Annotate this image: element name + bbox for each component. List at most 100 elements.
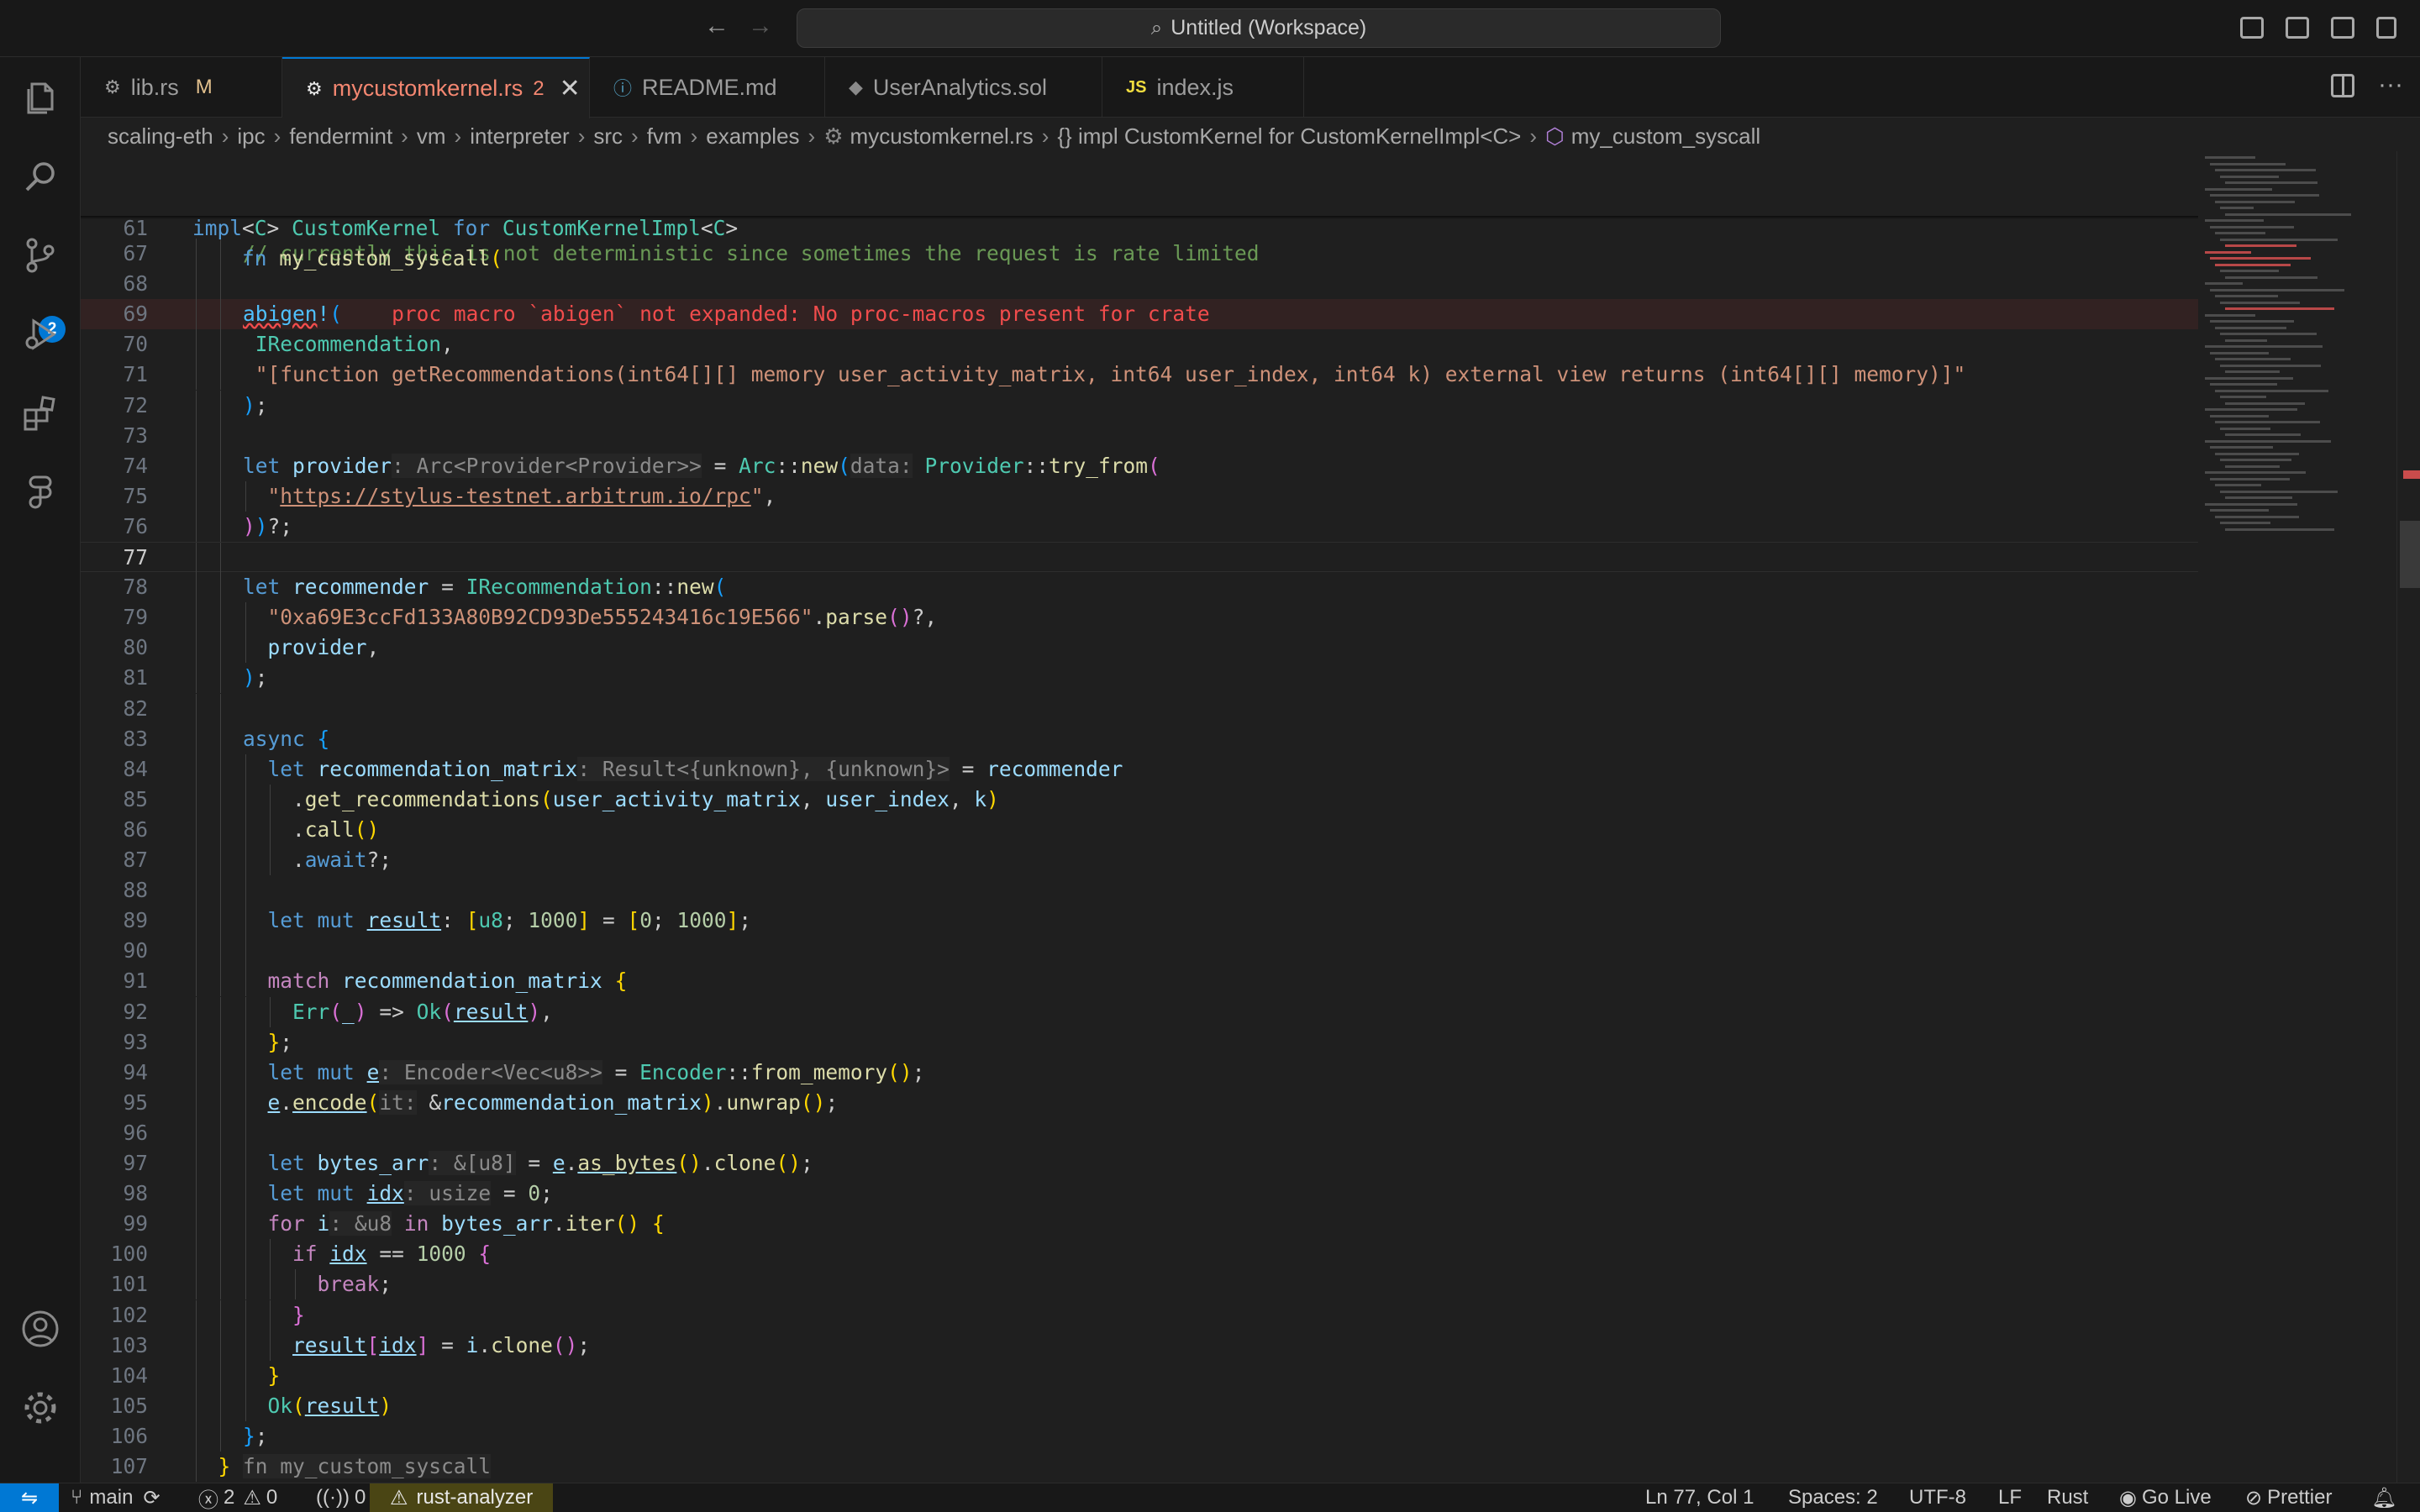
git-branch[interactable]: ⑂ main ⟳ <box>71 1483 160 1512</box>
code-line[interactable]: 97 let bytes_arr: &[u8] = e.as_bytes().c… <box>81 1148 2198 1179</box>
breadcrumb-item[interactable]: vm <box>417 123 446 150</box>
code-line[interactable]: 73 <box>81 420 2198 451</box>
code-line[interactable]: 69 abigen!( proc macro `abigen` not expa… <box>81 299 2198 330</box>
tab-readme-md[interactable]: ⓘ README.md <box>590 57 825 118</box>
settings-gear-icon[interactable] <box>20 1388 60 1428</box>
breadcrumb-item[interactable]: examples <box>706 123 799 150</box>
breadcrumb-item[interactable]: {} impl CustomKernel for CustomKernelImp… <box>1057 123 1521 150</box>
minimap[interactable] <box>2198 151 2396 1483</box>
problems-status[interactable]: ⓧ 2 ⚠ 0 <box>198 1483 277 1512</box>
code-line[interactable]: 70 IRecommendation, <box>81 329 2198 360</box>
extensions-icon[interactable] <box>20 393 60 433</box>
breadcrumb-item[interactable]: scaling-eth <box>108 123 213 150</box>
code-line[interactable]: 105 Ok(result) <box>81 1390 2198 1421</box>
sticky-line[interactable]: 56 impl<C> CustomKernel for CustomKernel… <box>81 153 2198 240</box>
sticky-line[interactable]: 61 fn my_custom_syscall( <box>81 183 2198 270</box>
code-line[interactable]: 85 .get_recommendations(user_activity_ma… <box>81 784 2198 815</box>
search-icon[interactable] <box>20 156 60 197</box>
breadcrumb-item[interactable]: src <box>593 123 623 150</box>
code-line[interactable]: 82 <box>81 693 2198 724</box>
toggle-secondary-sidebar-icon[interactable] <box>2331 17 2354 39</box>
split-editor-icon[interactable] <box>2331 74 2354 97</box>
code-line[interactable]: 81 ); <box>81 663 2198 694</box>
code-line[interactable]: 106 }; <box>81 1420 2198 1452</box>
source-control-icon[interactable] <box>20 235 60 276</box>
code-line[interactable]: 101 break; <box>81 1269 2198 1300</box>
code-line[interactable]: 80 provider, <box>81 633 2198 664</box>
language-mode[interactable]: Rust <box>2047 1483 2088 1512</box>
code-line[interactable]: 76 ))?; <box>81 511 2198 542</box>
code-line[interactable]: 103 result[idx] = i.clone(); <box>81 1330 2198 1361</box>
code-line[interactable]: 79 "0xa69E3ccFd133A80B92CD93De555243416c… <box>81 602 2198 633</box>
code-line[interactable]: 98 let mut idx: usize = 0; <box>81 1179 2198 1210</box>
code-line[interactable]: 87 .await?; <box>81 845 2198 875</box>
more-actions-icon[interactable]: ··· <box>2378 71 2403 99</box>
minimap-line <box>2215 421 2320 423</box>
encoding[interactable]: UTF-8 <box>1909 1483 1966 1512</box>
breadcrumb-item[interactable]: fvm <box>647 123 682 150</box>
code-line[interactable]: 104 } <box>81 1360 2198 1391</box>
breadcrumb-item[interactable]: interpreter <box>470 123 570 150</box>
code-line[interactable]: 74 let provider: Arc<Provider<Provider>>… <box>81 450 2198 481</box>
rust-analyzer-status[interactable]: ⚠ rust-analyzer <box>370 1483 554 1512</box>
code-line[interactable]: 94 let mut e: Encoder<Vec<u8>> = Encoder… <box>81 1057 2198 1088</box>
code-line[interactable]: 102 } <box>81 1299 2198 1331</box>
remote-indicator-icon[interactable]: ⇋ <box>0 1483 59 1512</box>
breadcrumb-item[interactable]: mycustomkernel.rs <box>850 123 1034 150</box>
prettier-status[interactable]: ⊘ Prettier <box>2245 1483 2332 1512</box>
notifications-bell-icon[interactable]: 🔔︎ <box>2371 1483 2396 1512</box>
go-live-button[interactable]: ◉ Go Live <box>2119 1483 2212 1512</box>
figma-icon[interactable] <box>20 472 60 512</box>
code-line[interactable]: 96 <box>81 1117 2198 1148</box>
close-icon[interactable]: ✕ <box>560 74 581 103</box>
line-number: 70 <box>123 332 148 357</box>
code-line[interactable]: 90 <box>81 936 2198 967</box>
back-arrow-icon[interactable]: ← <box>704 12 729 40</box>
vertical-scrollbar[interactable] <box>2396 151 2420 1483</box>
code-line[interactable]: 72 ); <box>81 390 2198 421</box>
breadcrumb-item[interactable]: my_custom_syscall <box>1571 123 1760 150</box>
tab-mycustomkernel-rs[interactable]: ⚙ mycustomkernel.rs 2 ✕ <box>282 57 590 118</box>
command-center-search[interactable]: ⌕ Untitled (Workspace) <box>797 8 1721 48</box>
code-line[interactable]: 100 if idx == 1000 { <box>81 1239 2198 1270</box>
cursor-position[interactable]: Ln 77, Col 1 <box>1645 1483 1754 1512</box>
code-line[interactable]: 71 "[function getRecommendations(int64[]… <box>81 360 2198 391</box>
code-line[interactable]: 107 } fn my_custom_syscall <box>81 1452 2198 1482</box>
code-line[interactable]: 99 for i: &u8 in bytes_arr.iter() { <box>81 1209 2198 1240</box>
code-line[interactable]: 83 async { <box>81 723 2198 754</box>
line-number: 78 <box>123 575 148 600</box>
account-icon[interactable] <box>20 1309 60 1349</box>
code-line[interactable]: 86 .call() <box>81 814 2198 845</box>
toggle-primary-sidebar-icon[interactable] <box>2240 17 2264 39</box>
code-line[interactable]: 78 let recommender = IRecommendation::ne… <box>81 572 2198 603</box>
code-line[interactable]: 95 e.encode(it: &recommendation_matrix).… <box>81 1087 2198 1118</box>
scrollbar-thumb[interactable] <box>2400 521 2420 588</box>
code-line[interactable]: 93 }; <box>81 1026 2198 1058</box>
code-line[interactable]: 89 let mut result: [u8; 1000] = [0; 1000… <box>81 906 2198 937</box>
tab-lib-rs[interactable]: ⚙ lib.rs M <box>81 57 282 118</box>
line-number: 73 <box>123 423 148 448</box>
code-line[interactable]: 91 match recommendation_matrix { <box>81 966 2198 997</box>
minimap-line <box>2210 194 2319 197</box>
customize-layout-icon[interactable] <box>2376 17 2396 39</box>
tab-problem-count: 2 <box>533 76 544 100</box>
breadcrumb-item[interactable]: ipc <box>237 123 265 150</box>
code-editor[interactable]: 56 impl<C> CustomKernel for CustomKernel… <box>81 151 2198 1483</box>
code-line[interactable]: 77 <box>81 542 2198 573</box>
breadcrumb-item[interactable]: fendermint <box>289 123 392 150</box>
indentation[interactable]: Spaces: 2 <box>1788 1483 1878 1512</box>
code-line[interactable]: 88 <box>81 875 2198 906</box>
end-of-line[interactable]: LF <box>1998 1483 2022 1512</box>
tab-index-js[interactable]: JS index.js <box>1102 57 1304 118</box>
code-line[interactable]: 75 "https://stylus-testnet.arbitrum.io/r… <box>81 480 2198 512</box>
run-debug-icon[interactable] <box>20 314 60 354</box>
toggle-panel-icon[interactable] <box>2286 17 2309 39</box>
ports-status[interactable]: ((·)) 0 <box>316 1483 366 1512</box>
forward-arrow-icon[interactable]: → <box>748 12 773 40</box>
explorer-icon[interactable] <box>20 77 60 118</box>
code-line[interactable]: 92 Err(_) => Ok(result), <box>81 996 2198 1027</box>
tab-useranalytics-sol[interactable]: ◆ UserAnalytics.sol <box>825 57 1102 118</box>
sync-icon[interactable]: ⟳ <box>143 1486 160 1510</box>
minimap-line <box>2225 465 2280 468</box>
code-line[interactable]: 84 let recommendation_matrix: Result<{un… <box>81 753 2198 785</box>
